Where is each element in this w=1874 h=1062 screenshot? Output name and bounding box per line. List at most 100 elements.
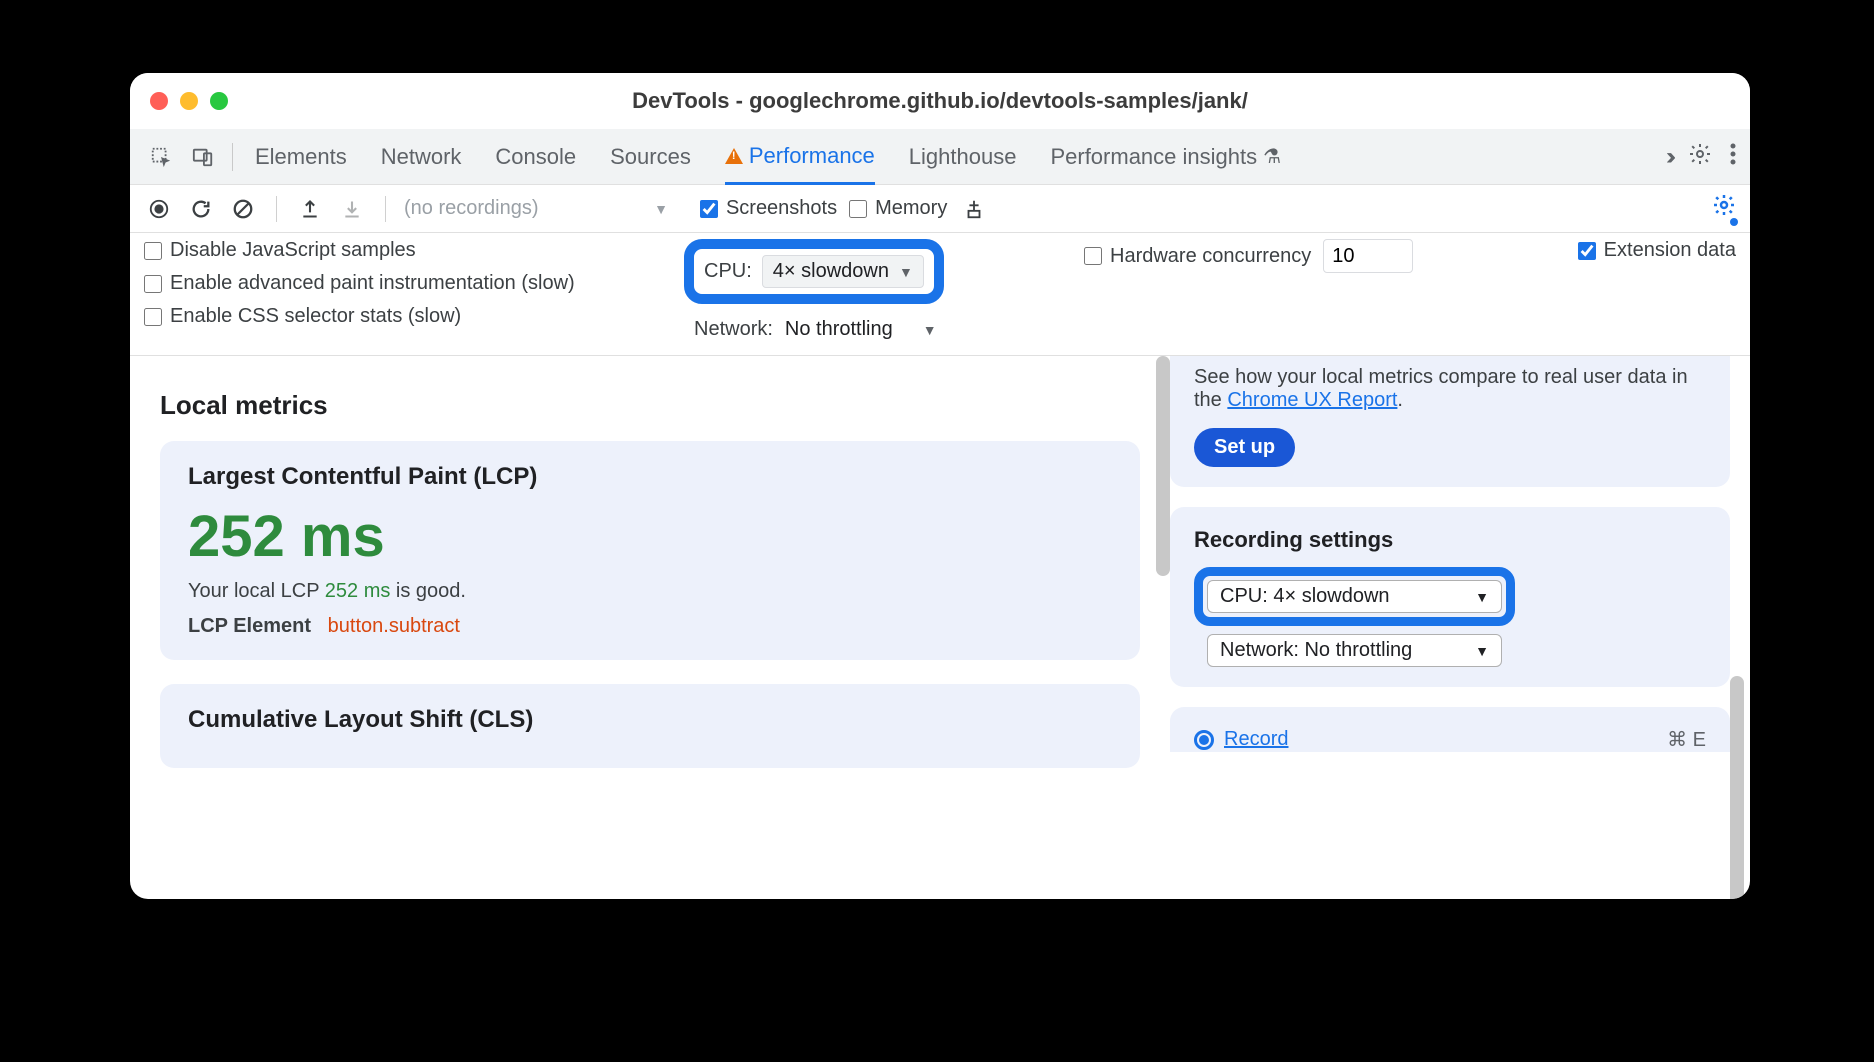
panel-tabbar: Elements Network Console Sources Perform… — [130, 129, 1750, 185]
recording-settings-card: Recording settings CPU: 4× slowdown ▼ Ne… — [1170, 507, 1730, 687]
separator — [232, 143, 233, 171]
separator — [276, 196, 277, 222]
record-shortcut: ⌘ E — [1667, 727, 1706, 752]
memory-checkbox-input[interactable] — [849, 200, 867, 218]
record-action-card: Record ⌘ E — [1170, 707, 1730, 752]
record-label: Record — [1224, 728, 1288, 751]
screenshots-checkbox[interactable]: Screenshots — [700, 197, 837, 220]
chevron-down-icon: ▼ — [654, 201, 668, 217]
chevron-down-icon: ▼ — [923, 322, 937, 338]
reload-record-button[interactable] — [186, 194, 216, 224]
cpu-label: CPU: — [704, 260, 752, 283]
tab-performance-insights[interactable]: Performance insights ⚗ — [1050, 129, 1281, 185]
lcp-element-row: LCP Element button.subtract — [188, 615, 1112, 638]
screenshots-checkbox-input[interactable] — [700, 200, 718, 218]
disable-js-samples-checkbox[interactable]: Disable JavaScript samples — [144, 239, 644, 262]
hc-checkbox-input[interactable] — [1084, 247, 1102, 265]
device-toolbar-icon[interactable] — [186, 140, 220, 174]
performance-toolbar: (no recordings) ▼ Screenshots Memory — [130, 185, 1750, 233]
setup-button[interactable]: Set up — [1194, 428, 1295, 467]
field-data-description: See how your local metrics compare to re… — [1194, 366, 1706, 412]
css-selector-checkbox-input[interactable] — [144, 308, 162, 326]
extension-data-label: Extension data — [1604, 239, 1736, 262]
screenshots-label: Screenshots — [726, 197, 837, 220]
lcp-desc-val: 252 ms — [325, 580, 391, 602]
css-selector-stats-checkbox[interactable]: Enable CSS selector stats (slow) — [144, 305, 644, 328]
separator — [385, 196, 386, 222]
close-window-button[interactable] — [150, 92, 168, 110]
tab-elements[interactable]: Elements — [255, 129, 347, 185]
tab-sources[interactable]: Sources — [610, 129, 691, 185]
hardware-concurrency-checkbox[interactable]: Hardware concurrency — [1084, 245, 1311, 268]
network-throttle-select[interactable]: No throttling ▼ — [785, 318, 937, 341]
record-button[interactable] — [144, 194, 174, 224]
tab-lighthouse[interactable]: Lighthouse — [909, 129, 1017, 185]
lcp-value: 252 ms — [188, 503, 1112, 570]
cpu-value: 4× slowdown — [773, 260, 889, 283]
panel-tabs: Elements Network Console Sources Perform… — [255, 129, 1658, 185]
crux-report-link[interactable]: Chrome UX Report — [1227, 389, 1397, 411]
rec-network-select[interactable]: Network: No throttling ▼ — [1207, 634, 1502, 667]
lcp-element-label: LCP Element — [188, 615, 311, 637]
chevron-down-icon: ▼ — [899, 264, 913, 280]
flask-icon: ⚗ — [1263, 144, 1281, 169]
tab-performance-label: Performance — [749, 143, 875, 169]
local-metrics-panel: Local metrics Largest Contentful Paint (… — [130, 356, 1170, 899]
tab-insights-label: Performance insights — [1050, 144, 1257, 170]
inspect-element-icon[interactable] — [144, 140, 178, 174]
tab-performance[interactable]: Performance — [725, 129, 875, 185]
more-tabs-icon[interactable]: ›› — [1666, 143, 1670, 171]
clear-button[interactable] — [228, 194, 258, 224]
tabbar-right: ›› — [1666, 142, 1736, 172]
devtools-window: DevTools - googlechrome.github.io/devtoo… — [130, 73, 1750, 899]
record-option[interactable]: Record ⌘ E — [1194, 727, 1706, 752]
memory-checkbox[interactable]: Memory — [849, 197, 947, 220]
capture-settings-icon[interactable] — [1712, 193, 1736, 224]
css-selector-label: Enable CSS selector stats (slow) — [170, 305, 461, 328]
scrollbar[interactable] — [1156, 356, 1170, 576]
cls-title: Cumulative Layout Shift (CLS) — [188, 706, 1112, 734]
recordings-dropdown[interactable]: (no recordings) ▼ — [404, 197, 668, 220]
extension-data-checkbox-input[interactable] — [1578, 242, 1596, 260]
no-recordings-label: (no recordings) — [404, 197, 539, 219]
disable-js-label: Disable JavaScript samples — [170, 239, 416, 262]
lcp-card: Largest Contentful Paint (LCP) 252 ms Yo… — [160, 441, 1140, 660]
main-content: Local metrics Largest Contentful Paint (… — [130, 356, 1750, 899]
settings-icon[interactable] — [1688, 142, 1712, 172]
advanced-paint-checkbox-input[interactable] — [144, 275, 162, 293]
collect-garbage-icon[interactable] — [959, 194, 989, 224]
chevron-down-icon: ▼ — [1475, 643, 1489, 659]
field-data-card: See how your local metrics compare to re… — [1170, 356, 1730, 487]
lcp-element-value[interactable]: button.subtract — [328, 615, 460, 637]
lcp-title: Largest Contentful Paint (LCP) — [188, 463, 1112, 491]
advanced-paint-checkbox[interactable]: Enable advanced paint instrumentation (s… — [144, 272, 644, 295]
more-options-icon[interactable] — [1730, 143, 1736, 171]
download-icon[interactable] — [337, 194, 367, 224]
scrollbar[interactable] — [1730, 676, 1744, 899]
rec-cpu-highlight: CPU: 4× slowdown ▼ — [1194, 567, 1515, 626]
zoom-window-button[interactable] — [210, 92, 228, 110]
rec-cpu-value: CPU: 4× slowdown — [1220, 585, 1390, 608]
tab-console[interactable]: Console — [495, 129, 576, 185]
lcp-description: Your local LCP 252 ms is good. — [188, 580, 1112, 603]
minimize-window-button[interactable] — [180, 92, 198, 110]
recording-settings-title: Recording settings — [1194, 527, 1706, 553]
capture-settings-panel: Disable JavaScript samples Enable advanc… — [130, 233, 1750, 356]
cpu-throttle-select[interactable]: 4× slowdown ▼ — [762, 255, 924, 288]
lcp-desc-pre: Your local LCP — [188, 580, 325, 602]
cls-card: Cumulative Layout Shift (CLS) — [160, 684, 1140, 768]
radio-selected-icon — [1194, 730, 1214, 750]
field-desc-post: . — [1397, 389, 1403, 411]
rec-network-value: Network: No throttling — [1220, 639, 1412, 662]
disable-js-checkbox-input[interactable] — [144, 242, 162, 260]
titlebar: DevTools - googlechrome.github.io/devtoo… — [130, 73, 1750, 129]
right-panel: See how your local metrics compare to re… — [1170, 356, 1750, 899]
upload-icon[interactable] — [295, 194, 325, 224]
rec-cpu-select[interactable]: CPU: 4× slowdown ▼ — [1207, 580, 1502, 613]
window-title: DevTools - googlechrome.github.io/devtoo… — [130, 88, 1750, 114]
memory-label: Memory — [875, 197, 947, 220]
tab-network[interactable]: Network — [381, 129, 462, 185]
lcp-desc-post: is good. — [390, 580, 466, 602]
extension-data-checkbox[interactable]: Extension data — [1578, 239, 1736, 262]
hardware-concurrency-input[interactable] — [1323, 239, 1413, 273]
